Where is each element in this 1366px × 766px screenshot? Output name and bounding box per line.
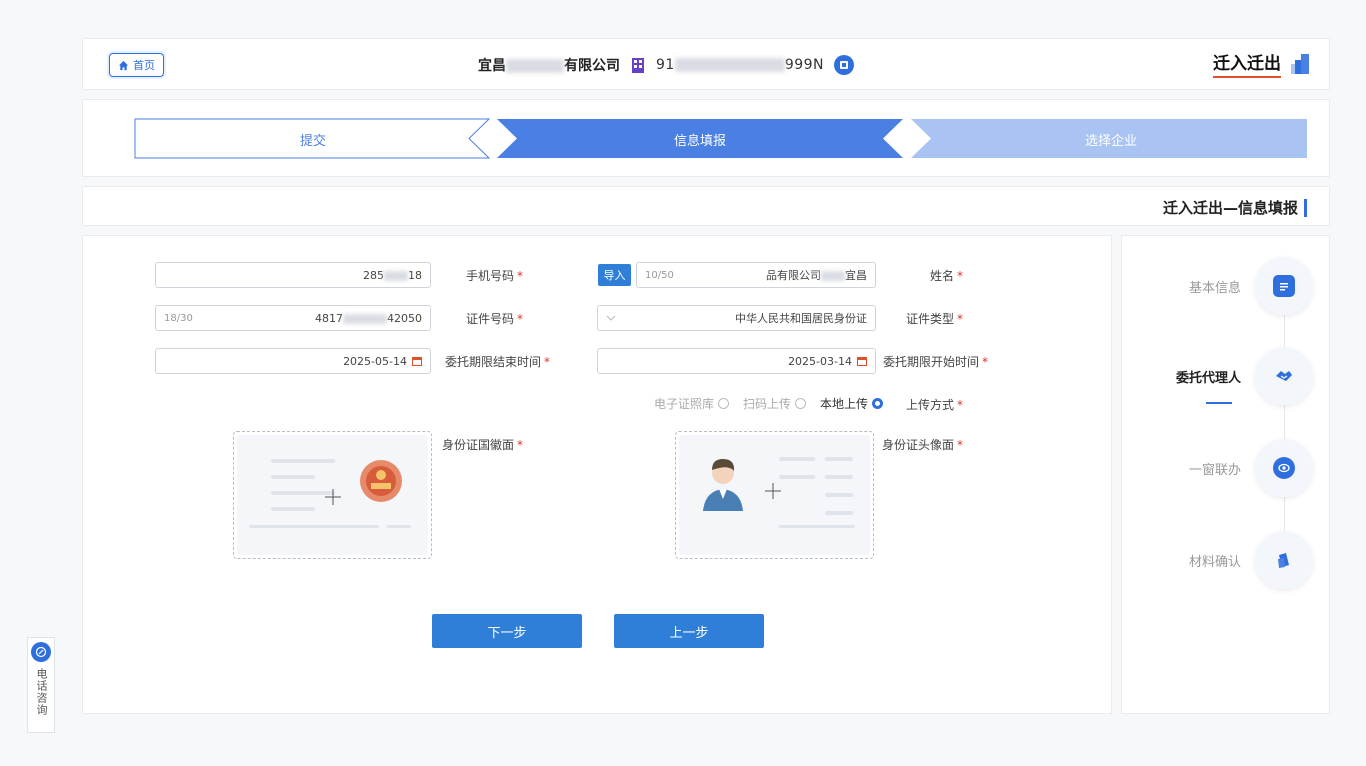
cert-type-label: 证件类型 * xyxy=(905,312,963,326)
company-name: 宜昌 有限公司 xyxy=(478,58,620,74)
phone-input[interactable]: 285 18 xyxy=(155,262,431,288)
nav-item-agent[interactable]: 委托代理人 xyxy=(1176,347,1313,405)
id-badge-icon xyxy=(834,55,855,75)
section-title-bar: 迁入迁出—信息填报 xyxy=(82,186,1330,226)
id-portrait-illustration xyxy=(703,457,855,528)
brand: 迁入迁出 xyxy=(1213,49,1311,78)
phone-consult-widget[interactable]: 电话咨询 xyxy=(27,637,55,733)
step-select-company: 选择企业 xyxy=(1084,134,1137,149)
calendar-icon xyxy=(857,357,867,366)
brand-title: 迁入迁出 xyxy=(1213,49,1281,78)
file-icon xyxy=(1273,549,1295,571)
end-date-input[interactable]: 2025-05-14 xyxy=(155,348,431,374)
name-input[interactable]: 10/50 品有限公司 宜昌 xyxy=(636,262,876,288)
brand-logo-icon xyxy=(1291,53,1309,74)
national-emblem-illustration xyxy=(249,459,411,528)
start-date-input[interactable]: 2025-03-14 xyxy=(597,348,876,374)
cert-type-select[interactable]: 中华人民共和国居民身份证 xyxy=(597,305,876,331)
cert-no-label: 证件号码 * xyxy=(465,312,523,326)
handshake-icon xyxy=(1273,365,1295,387)
step-progress: 选择企业 信息填报 提交 xyxy=(82,99,1330,177)
calendar-icon xyxy=(412,357,422,366)
top-header: 首页 宜昌 有限公司 91 999N 迁入迁出 xyxy=(82,38,1330,90)
nav-connector xyxy=(1284,291,1285,551)
agent-form: 姓名 * 10/50 品有限公司 宜昌 导入 手机号码 * 285 18 证件类型 * 中… xyxy=(82,235,1112,714)
nav-item-joint-service[interactable]: 一窗联办 xyxy=(1189,439,1313,497)
step-submit: 提交 xyxy=(299,134,326,149)
nav-item-material-confirm[interactable]: 材料确认 xyxy=(1189,531,1313,589)
cert-no-input[interactable]: 18/30 4817 42050 xyxy=(155,305,431,331)
id-back-label: 身份证国徽面 * xyxy=(441,438,523,452)
section-title: 迁入迁出—信息填报 xyxy=(1163,197,1307,218)
name-label: 姓名 * xyxy=(929,269,963,283)
nav-item-basic-info[interactable]: 基本信息 xyxy=(1189,257,1313,315)
home-label: 首页 xyxy=(133,59,155,72)
phone-label: 手机号码 * xyxy=(465,269,523,283)
id-front-label: 身份证头像面 * xyxy=(881,438,963,452)
home-button[interactable]: 首页 xyxy=(109,53,164,77)
upload-method-label: 上传方式 * xyxy=(905,398,963,412)
building-icon xyxy=(632,58,644,73)
chevron-down-icon xyxy=(606,315,616,321)
phone-consult-label: 电话咨询 xyxy=(35,668,48,716)
id-front-upload[interactable] xyxy=(675,431,874,559)
next-step-button[interactable]: 下一步 xyxy=(432,614,582,648)
radio-local-upload[interactable]: 本地上传 xyxy=(820,395,883,412)
radio-e-license[interactable]: 电子证照库 xyxy=(654,395,729,412)
upload-method-radios: 本地上传 扫码上传 电子证照库 xyxy=(603,395,883,412)
phone-icon xyxy=(31,642,51,662)
id-back-upload[interactable] xyxy=(233,431,432,559)
import-button[interactable]: 导入 xyxy=(598,264,631,286)
home-icon xyxy=(118,60,129,70)
active-underline xyxy=(1206,402,1232,404)
document-icon xyxy=(1273,275,1295,297)
credit-code: 91 999N xyxy=(656,57,825,73)
eye-icon xyxy=(1273,457,1295,479)
step-fill-info: 信息填报 xyxy=(673,134,726,149)
radio-scan-upload[interactable]: 扫码上传 xyxy=(743,395,806,412)
prev-step-button[interactable]: 上一步 xyxy=(614,614,764,648)
company-info: 宜昌 有限公司 91 999N xyxy=(478,52,855,78)
side-nav: 基本信息 委托代理人 一窗联办 材料确认 xyxy=(1121,235,1330,714)
